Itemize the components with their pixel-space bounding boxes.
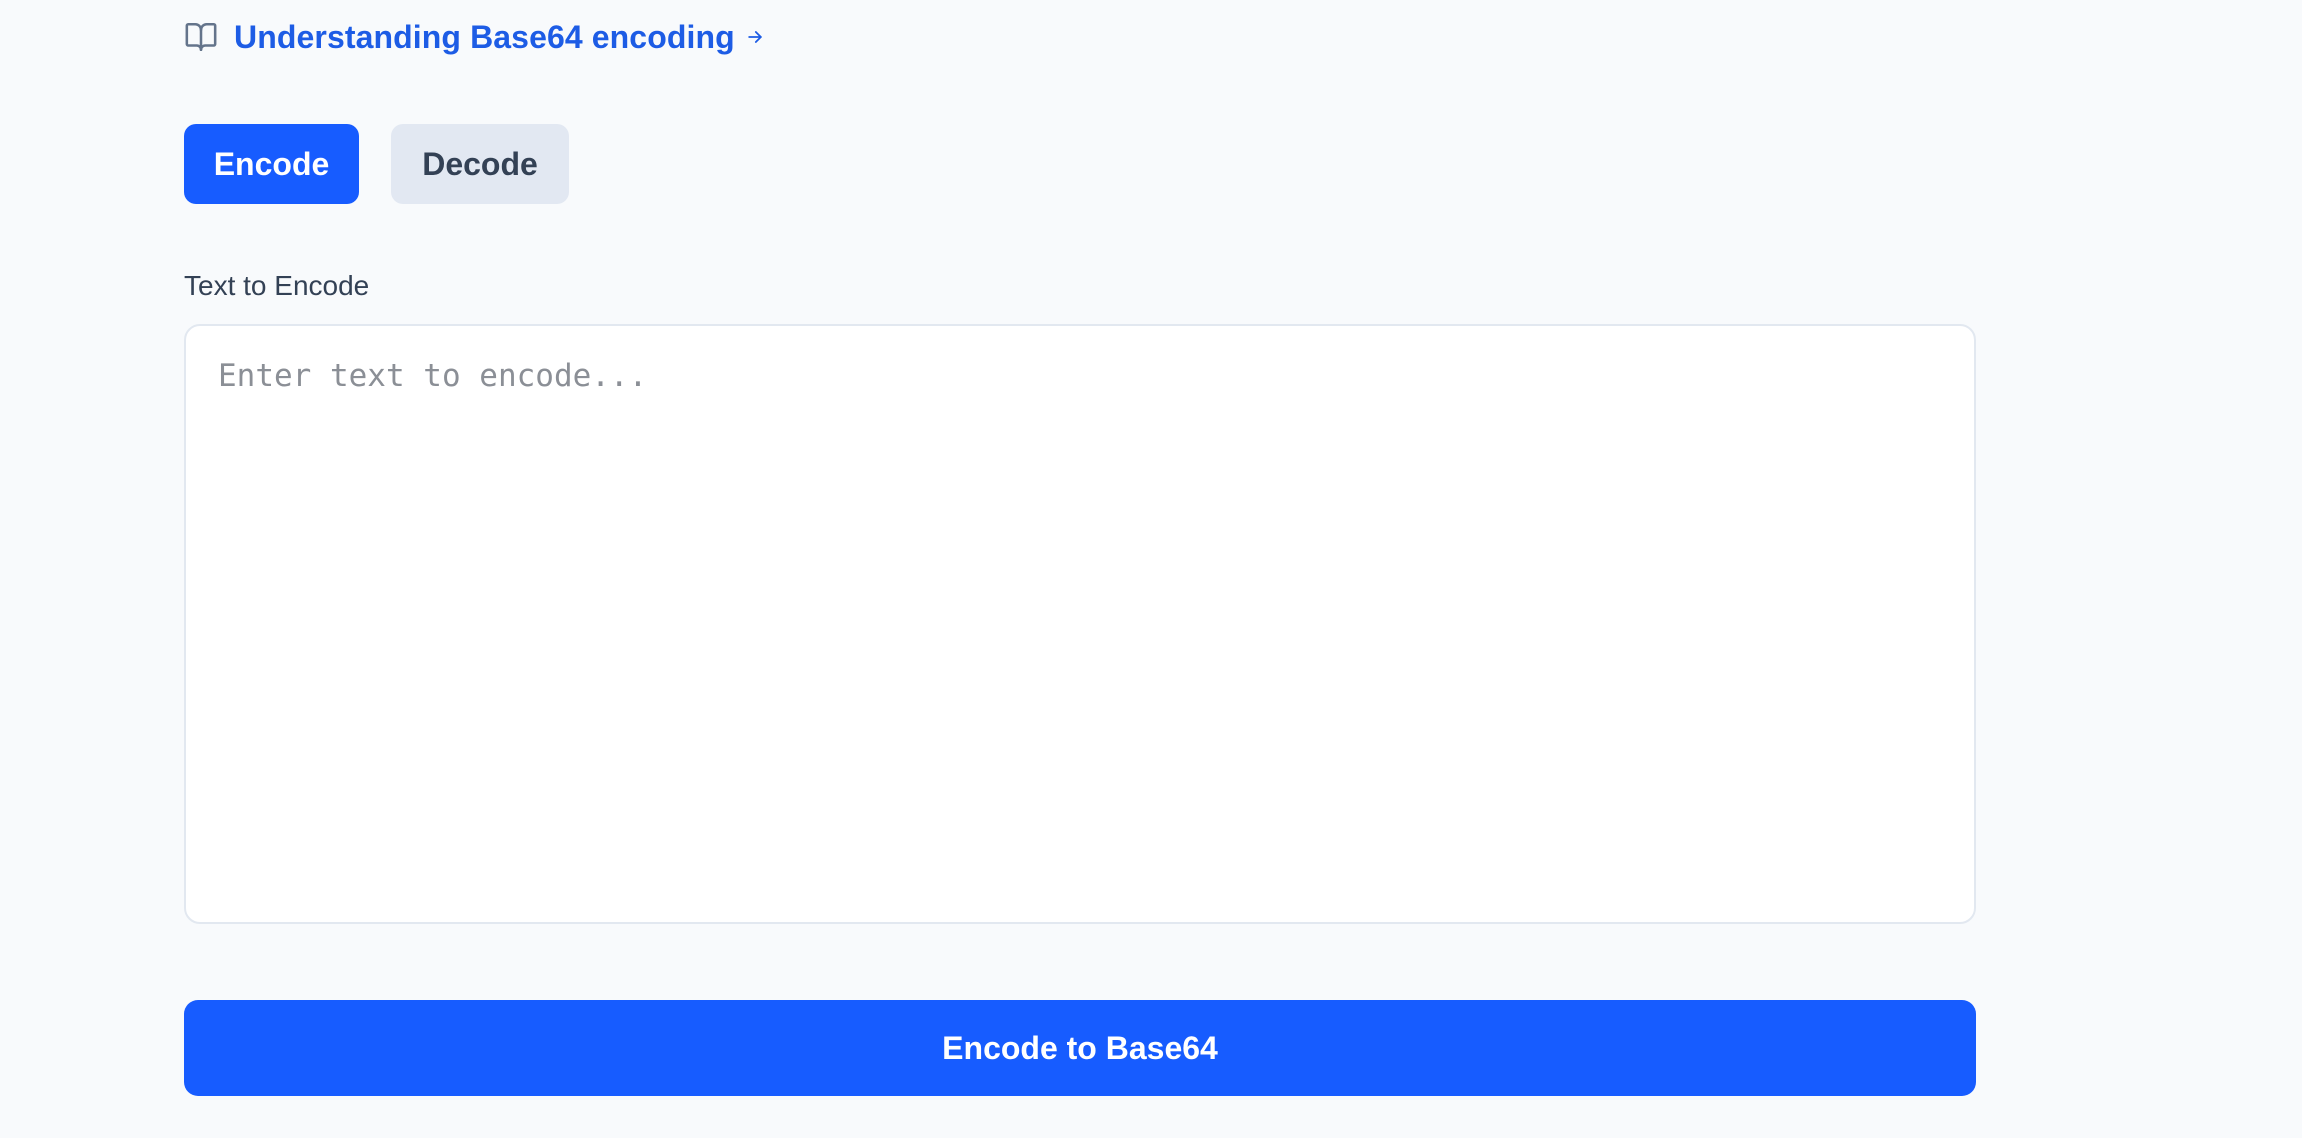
text-to-encode-input[interactable] <box>184 324 1976 924</box>
encode-mode-button[interactable]: Encode <box>184 124 359 204</box>
arrow-right-icon <box>745 27 765 47</box>
base64-tool-page: Understanding Base64 encoding Encode Dec… <box>0 0 2302 1138</box>
learn-link-text: Understanding Base64 encoding <box>234 18 735 55</box>
learn-base64-link[interactable]: Understanding Base64 encoding <box>184 14 765 60</box>
encode-to-base64-button[interactable]: Encode to Base64 <box>184 1000 1976 1096</box>
text-input-label: Text to Encode <box>184 270 370 301</box>
book-open-icon <box>184 20 218 54</box>
decode-mode-button[interactable]: Decode <box>391 124 569 204</box>
